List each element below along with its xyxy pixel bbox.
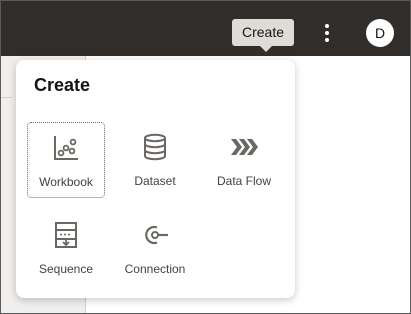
- data-flow-icon: [229, 132, 259, 162]
- create-button[interactable]: Create: [232, 19, 294, 52]
- create-dataset-item[interactable]: Dataset: [116, 122, 194, 198]
- connection-icon: [140, 220, 170, 250]
- background-divider: [1, 97, 13, 98]
- kebab-dot: [325, 38, 329, 42]
- create-item-label: Workbook: [39, 175, 93, 189]
- kebab-dot: [325, 24, 329, 28]
- create-item-label: Connection: [124, 262, 186, 276]
- create-connection-item[interactable]: Connection: [116, 210, 194, 286]
- sequence-icon: [51, 220, 81, 250]
- user-avatar[interactable]: D: [366, 19, 394, 47]
- create-menu-popup: Create Workbook Dataset Data Flow Sequen…: [16, 60, 295, 298]
- workbook-icon: [51, 133, 81, 163]
- more-options-icon[interactable]: [319, 21, 335, 45]
- kebab-dot: [325, 31, 329, 35]
- dataset-icon: [140, 132, 170, 162]
- create-item-label: Sequence: [38, 262, 94, 276]
- create-menu-title: Create: [34, 75, 91, 95]
- create-workbook-item[interactable]: Workbook: [27, 122, 105, 198]
- create-item-label: Data Flow: [216, 174, 272, 188]
- create-sequence-item[interactable]: Sequence: [27, 210, 105, 286]
- app-window: Create D Create Workbook Dataset Data Fl…: [0, 0, 411, 314]
- create-item-label: Dataset: [134, 174, 176, 188]
- top-bar: Create D: [1, 1, 410, 56]
- create-data-flow-item[interactable]: Data Flow: [205, 122, 283, 198]
